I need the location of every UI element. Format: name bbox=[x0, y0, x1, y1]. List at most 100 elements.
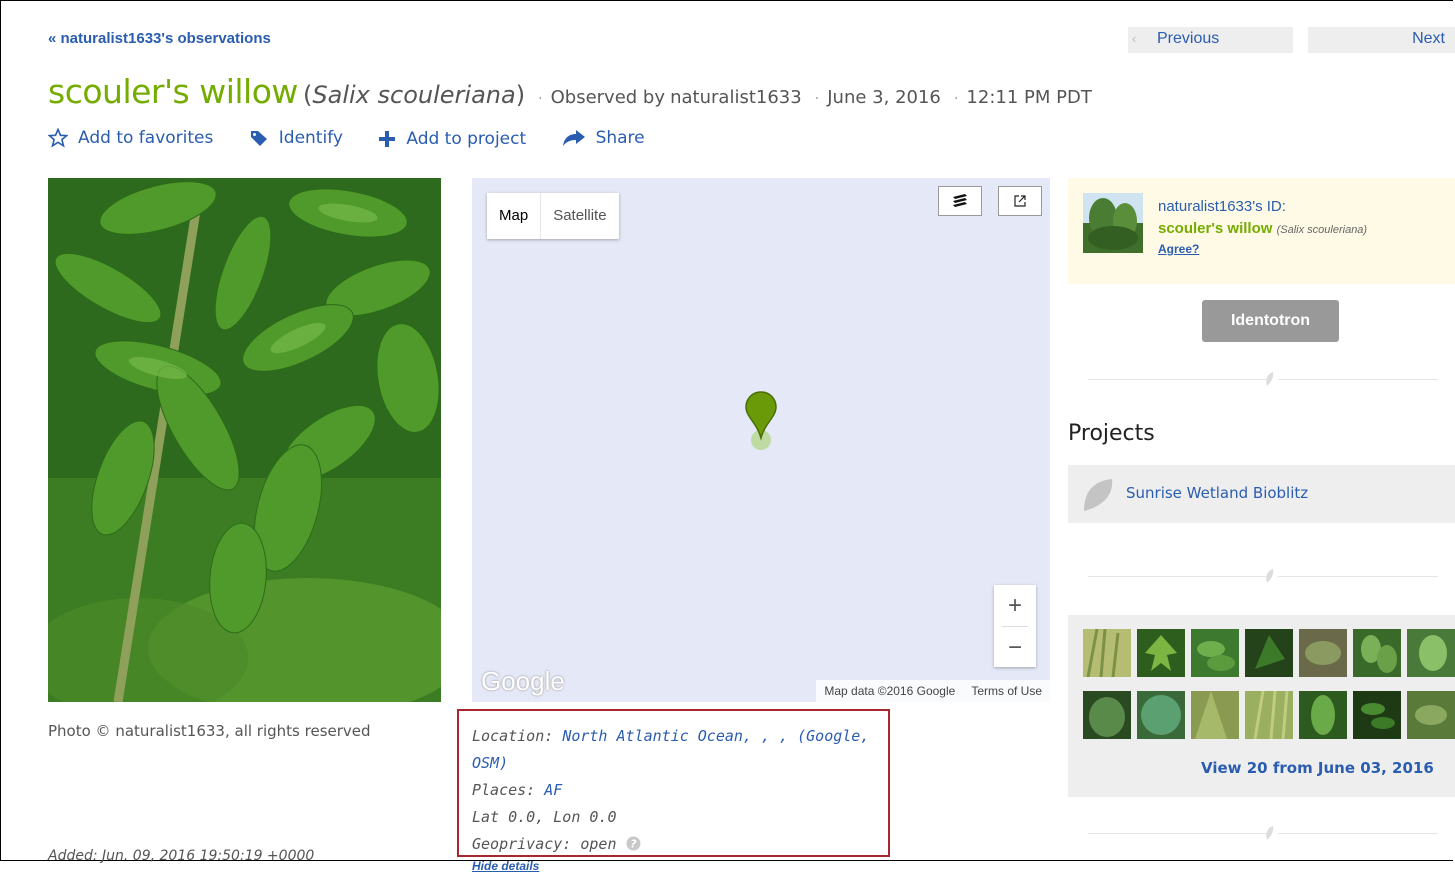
identification-title: naturalist1633's ID: bbox=[1158, 198, 1286, 215]
svg-text:?: ? bbox=[630, 838, 637, 851]
identification-thumbnail[interactable] bbox=[1083, 193, 1143, 253]
identification-box: naturalist1633's ID: scouler's willow (S… bbox=[1068, 178, 1455, 284]
latlon-row: Lat 0.0, Lon 0.0 bbox=[472, 808, 617, 826]
separator-dot: · bbox=[814, 91, 820, 107]
willow-thumbnail-image bbox=[1083, 193, 1143, 253]
previous-button[interactable]: ‹ Previous bbox=[1128, 27, 1293, 53]
divider bbox=[1278, 576, 1438, 577]
similar-thumbnail[interactable] bbox=[1407, 691, 1455, 739]
added-label: Added: bbox=[48, 848, 98, 864]
view-similar-link[interactable]: View 20 from June 03, 2016 bbox=[1201, 759, 1434, 777]
share-button[interactable]: Share bbox=[562, 128, 645, 148]
add-to-favorites-button[interactable]: Add to favorites bbox=[48, 128, 213, 148]
divider bbox=[1278, 833, 1438, 834]
separator-dot: · bbox=[538, 91, 543, 107]
location-details-box: Location: North Atlantic Ocean, , , (Goo… bbox=[457, 709, 890, 873]
help-icon[interactable]: ? bbox=[626, 836, 641, 851]
next-label: Next bbox=[1412, 30, 1445, 47]
google-logo: Google bbox=[481, 666, 565, 696]
identify-button[interactable]: Identify bbox=[249, 128, 343, 148]
next-button[interactable]: Next bbox=[1308, 27, 1455, 53]
share-arrow-icon bbox=[562, 130, 585, 146]
divider bbox=[1088, 576, 1268, 577]
similar-thumbnail[interactable] bbox=[1407, 629, 1455, 677]
added-value: Jun. 09, 2016 19:50:19 +0000 bbox=[102, 848, 315, 864]
similar-thumbnail[interactable] bbox=[1137, 629, 1185, 677]
observation-title: scouler's willow (Salix scouleriana) · Ob… bbox=[48, 72, 1092, 111]
divider bbox=[1088, 833, 1268, 834]
similar-thumbnail[interactable] bbox=[1299, 629, 1347, 677]
add-to-project-label: Add to project bbox=[406, 129, 527, 149]
places-row: Places: AF bbox=[472, 777, 888, 804]
agree-link[interactable]: Agree? bbox=[1158, 241, 1367, 257]
plus-icon bbox=[379, 131, 396, 147]
location-row: Location: North Atlantic Ocean, , , (Goo… bbox=[472, 723, 888, 777]
location-label: Location: bbox=[472, 727, 554, 745]
map-type-satellite-button[interactable]: Satellite bbox=[540, 193, 618, 239]
similar-thumbnail[interactable] bbox=[1191, 629, 1239, 677]
similar-thumbnail[interactable] bbox=[1353, 691, 1401, 739]
photo-credit: Photo © naturalist1633, all rights reser… bbox=[48, 722, 371, 740]
places-label: Places: bbox=[472, 781, 536, 799]
similar-thumbnail[interactable] bbox=[1083, 691, 1131, 739]
added-date: Added: Jun. 09, 2016 19:50:19 +0000 bbox=[48, 848, 314, 864]
similar-thumbnail[interactable] bbox=[1245, 691, 1293, 739]
tag-icon bbox=[250, 131, 267, 146]
leaf-icon bbox=[1266, 569, 1274, 583]
similar-thumbnail[interactable] bbox=[1137, 691, 1185, 739]
project-name-link[interactable]: Sunrise Wetland Bioblitz bbox=[1126, 484, 1308, 502]
zoom-in-button[interactable]: + bbox=[994, 585, 1036, 626]
observation-photo[interactable] bbox=[48, 178, 441, 702]
places-link[interactable]: AF bbox=[544, 781, 562, 799]
share-label: Share bbox=[595, 128, 645, 148]
identification-common-name[interactable]: scouler's willow bbox=[1158, 220, 1272, 237]
willow-leaves-image bbox=[48, 178, 441, 702]
terms-of-use-link[interactable]: Terms of Use bbox=[963, 684, 1050, 698]
previous-label: Previous bbox=[1157, 30, 1220, 47]
chevron-left-icon: ‹ bbox=[1132, 31, 1137, 46]
scientific-name-wrapper: (Salix scouleriana) bbox=[303, 81, 526, 109]
map-fullscreen-button[interactable] bbox=[998, 186, 1042, 216]
map-layers-button[interactable] bbox=[938, 186, 982, 216]
layers-icon bbox=[953, 194, 967, 207]
observation-map[interactable]: Map Satellite + − Google Map data ©2016 … bbox=[472, 178, 1050, 702]
similar-thumbnail[interactable] bbox=[1353, 629, 1401, 677]
similar-observations-box: View 20 from June 03, 2016 bbox=[1068, 615, 1455, 797]
divider bbox=[1278, 379, 1438, 380]
similar-thumbnail[interactable] bbox=[1191, 691, 1239, 739]
identification-text: naturalist1633's ID: scouler's willow (S… bbox=[1158, 196, 1367, 257]
observer-link[interactable]: naturalist1633 bbox=[670, 87, 802, 108]
map-zoom-control: + − bbox=[994, 585, 1036, 667]
geoprivacy-value: open bbox=[580, 835, 617, 853]
leaf-icon bbox=[1266, 372, 1274, 386]
identification-taxon: scouler's willow (Salix scouleriana) bbox=[1158, 218, 1367, 241]
observed-by-label: Observed by bbox=[550, 87, 666, 108]
divider bbox=[1088, 379, 1268, 380]
add-to-project-button[interactable]: Add to project bbox=[378, 129, 526, 149]
zoom-out-button[interactable]: − bbox=[994, 627, 1036, 668]
map-type-control: Map Satellite bbox=[487, 193, 619, 239]
separator-dot: · bbox=[953, 91, 959, 107]
geoprivacy-row: Geoprivacy: open ? bbox=[472, 831, 888, 858]
observation-time: 12:11 PM PDT bbox=[966, 87, 1092, 108]
similar-thumbnail[interactable] bbox=[1299, 691, 1347, 739]
map-marker-icon[interactable] bbox=[744, 390, 778, 452]
hide-details-link[interactable]: Hide details bbox=[472, 858, 888, 874]
star-icon bbox=[48, 128, 68, 148]
add-to-favorites-label: Add to favorites bbox=[78, 128, 214, 148]
leaf-icon bbox=[1266, 826, 1274, 840]
observation-date-link[interactable]: June 3, 2016 bbox=[827, 87, 941, 108]
identification-scientific-name: (Salix scouleriana) bbox=[1276, 224, 1368, 236]
project-item[interactable]: Sunrise Wetland Bioblitz bbox=[1068, 465, 1455, 523]
similar-thumbnail[interactable] bbox=[1245, 629, 1293, 677]
similar-thumbnail[interactable] bbox=[1083, 629, 1131, 677]
action-bar: Add to favorites Identify Add to project… bbox=[48, 128, 675, 153]
map-type-map-button[interactable]: Map bbox=[487, 193, 540, 239]
common-name: scouler's willow bbox=[48, 72, 298, 111]
map-attribution: Map data ©2016 Google Terms of Use bbox=[816, 680, 1050, 702]
back-to-observations-link[interactable]: « naturalist1633's observations bbox=[48, 30, 271, 47]
identotron-button[interactable]: Identotron bbox=[1202, 300, 1339, 342]
identify-label: Identify bbox=[278, 128, 343, 148]
projects-heading: Projects bbox=[1068, 421, 1155, 446]
geoprivacy-label: Geoprivacy: bbox=[472, 835, 572, 853]
